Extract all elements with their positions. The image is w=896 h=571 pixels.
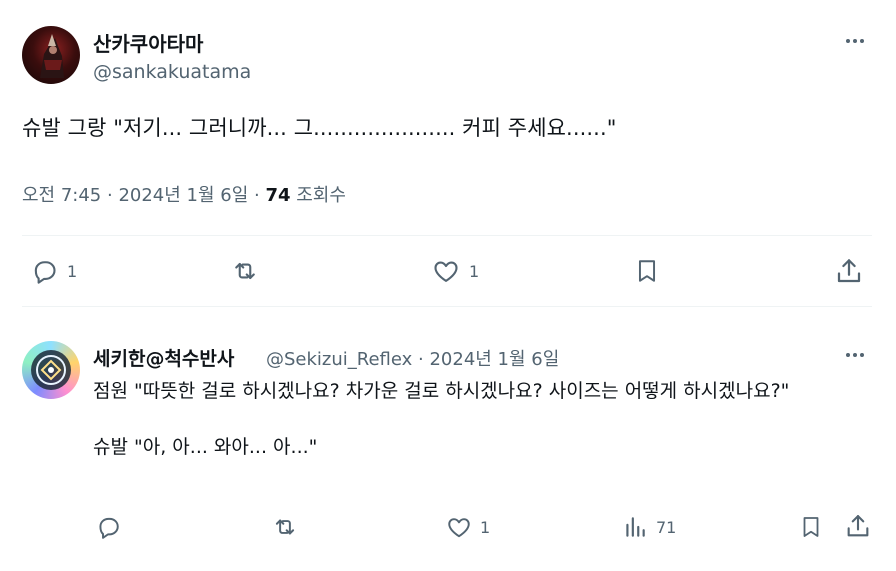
tweet-time[interactable]: 오전 7:45 (22, 185, 101, 206)
meta-separator: · (248, 185, 266, 206)
more-icon[interactable] (846, 39, 864, 43)
views-count: 71 (656, 517, 677, 537)
divider (22, 235, 872, 236)
reply-button[interactable]: 1 (29, 257, 77, 285)
views-label: 조회수 (290, 185, 346, 206)
bookmark-icon (803, 517, 819, 537)
like-count: 1 (469, 261, 480, 281)
reply-count: 1 (67, 261, 78, 281)
reply-icon (34, 261, 56, 284)
bookmark-button[interactable] (799, 513, 823, 541)
retweet-button[interactable] (229, 257, 269, 285)
share-icon (847, 515, 869, 537)
author-display-name[interactable]: 산카쿠아타마 (93, 28, 203, 57)
share-icon (837, 259, 861, 283)
bookmark-icon (638, 260, 656, 282)
views-icon (626, 517, 645, 537)
tweet-text: 슈발 그랑 "저기... 그러니까... 그..................… (22, 116, 617, 140)
avatar-art (40, 34, 64, 78)
retweet-button[interactable] (271, 514, 307, 540)
author-handle[interactable]: @sankakuatama (93, 61, 251, 83)
tweet-meta: 오전 7:45 · 2024년 1월 6일 · 74 조회수 (22, 181, 346, 207)
like-count: 1 (480, 517, 491, 537)
more-icon[interactable] (846, 353, 864, 357)
views-count: 74 (265, 185, 291, 206)
share-button[interactable] (844, 512, 872, 540)
views-button[interactable]: 71 (622, 514, 676, 540)
avatar-art (31, 350, 71, 390)
bookmark-button[interactable] (634, 256, 660, 286)
like-icon (434, 261, 458, 282)
reply-author-handle-and-date[interactable]: @Sekizui_Reflex · 2024년 1월 6일 (266, 345, 559, 371)
divider (22, 306, 872, 307)
author-avatar[interactable] (22, 26, 80, 84)
like-button[interactable]: 1 (431, 257, 479, 285)
reply-author-avatar[interactable] (22, 341, 80, 399)
like-button[interactable]: 1 (446, 514, 490, 540)
like-icon (448, 518, 470, 538)
retweet-icon (235, 262, 255, 280)
retweet-icon (275, 519, 295, 535)
reply-author-display-name[interactable]: 세키한@척수반사 (93, 344, 234, 371)
tweet-date[interactable]: 2024년 1월 6일 (118, 185, 248, 206)
reply-icon (99, 517, 119, 539)
reply-text: 점원 "따뜻한 걸로 하시겠나요? 차가운 걸로 하시겠나요? 사이즈는 어떻게… (93, 380, 790, 458)
meta-separator: · (101, 185, 119, 206)
share-button[interactable] (834, 256, 864, 286)
reply-button[interactable] (95, 514, 129, 540)
